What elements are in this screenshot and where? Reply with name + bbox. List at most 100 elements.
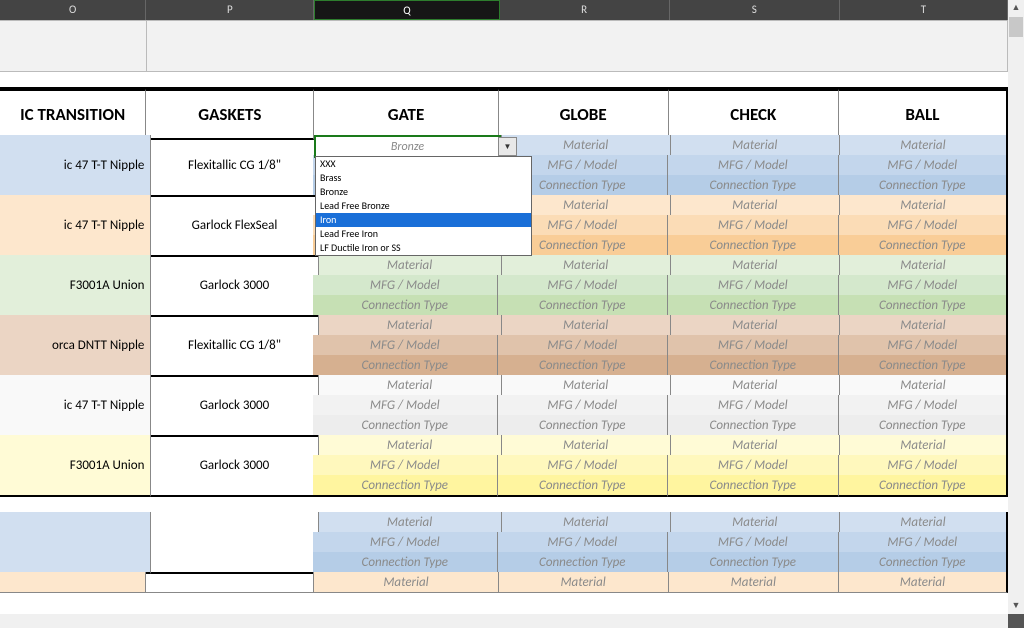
cell[interactable]: Material (319, 435, 502, 456)
col-header-S[interactable]: S (670, 0, 840, 20)
cell[interactable]: Connection Type (498, 552, 669, 574)
cell[interactable]: Material (840, 315, 1008, 336)
cell[interactable]: Material (671, 512, 840, 533)
cell[interactable]: Connection Type (313, 475, 497, 497)
cell[interactable]: Connection Type (668, 355, 839, 377)
cell[interactable]: Connection Type (839, 355, 1009, 377)
cell[interactable]: Connection Type (498, 415, 669, 437)
cell[interactable]: MFG / Model (498, 395, 669, 416)
transition-cell[interactable] (0, 572, 146, 593)
cell[interactable]: MFG / Model (839, 155, 1009, 176)
cell[interactable]: MFG / Model (498, 275, 669, 296)
cell[interactable]: Material (502, 512, 671, 533)
cell[interactable]: Material (671, 195, 840, 216)
cell[interactable]: MFG / Model (668, 215, 839, 236)
cell[interactable]: Connection Type (498, 475, 669, 497)
dropdown-option[interactable]: Brass (316, 171, 531, 185)
cell[interactable]: Material (499, 572, 669, 593)
cell[interactable]: MFG / Model (668, 455, 839, 476)
cell[interactable]: MFG / Model (839, 275, 1009, 296)
cell[interactable]: MFG / Model (668, 155, 839, 176)
scroll-up-icon[interactable]: ▲ (1008, 0, 1024, 16)
cell[interactable]: Material (840, 512, 1008, 533)
cell[interactable]: MFG / Model (498, 532, 669, 553)
cell[interactable]: Material (839, 572, 1008, 593)
cell[interactable]: Connection Type (313, 295, 497, 317)
cell[interactable]: Connection Type (498, 355, 669, 377)
cell[interactable]: Connection Type (839, 235, 1009, 257)
vertical-scrollbar[interactable]: ▲ ▼ (1008, 0, 1024, 614)
gaskets-cell[interactable] (146, 572, 314, 593)
dropdown-option[interactable]: XXX (316, 157, 531, 171)
header-transition[interactable]: IC TRANSITION (0, 89, 146, 140)
cell[interactable]: Material (671, 375, 840, 396)
cell[interactable]: Connection Type (839, 475, 1009, 497)
cell[interactable]: Connection Type (668, 175, 839, 197)
cell[interactable]: MFG / Model (668, 335, 839, 356)
col-header-T[interactable]: T (840, 0, 1008, 20)
dropdown-option[interactable]: Lead Free Bronze (316, 199, 531, 213)
cell[interactable]: Connection Type (839, 552, 1009, 574)
cell[interactable]: Material (840, 195, 1008, 216)
cell[interactable]: Material (671, 135, 840, 156)
cell[interactable]: MFG / Model (313, 532, 497, 553)
dropdown-list[interactable]: XXX Brass Bronze Lead Free Bronze Iron L… (315, 156, 532, 256)
cell[interactable]: Connection Type (313, 355, 497, 377)
cell[interactable]: Material (319, 512, 502, 533)
cell[interactable]: Connection Type (668, 552, 839, 574)
cell[interactable]: MFG / Model (498, 455, 669, 476)
dropdown-button[interactable]: ▼ (498, 137, 517, 156)
cell[interactable]: Material (502, 435, 671, 456)
cell[interactable]: Connection Type (839, 175, 1009, 197)
scroll-thumb[interactable] (1009, 17, 1023, 37)
cell[interactable]: Material (669, 572, 839, 593)
cell[interactable]: Material (319, 255, 502, 276)
cell[interactable]: Material (319, 315, 502, 336)
cell[interactable]: MFG / Model (498, 335, 669, 356)
col-header-O[interactable]: O (0, 0, 146, 20)
cell[interactable]: MFG / Model (839, 532, 1009, 553)
cell[interactable]: Material (319, 375, 502, 396)
cell[interactable]: Connection Type (668, 235, 839, 257)
cell[interactable]: Material (671, 255, 840, 276)
cell[interactable]: Material (840, 375, 1008, 396)
header-gaskets[interactable]: GASKETS (146, 89, 314, 140)
cell[interactable] (0, 70, 1006, 87)
cell[interactable]: MFG / Model (313, 335, 497, 356)
col-header-R[interactable]: R (500, 0, 670, 20)
cell[interactable] (0, 20, 147, 72)
material-dropdown[interactable]: Bronze ▼ XXX Brass Bronze Lead Free Bron… (314, 135, 501, 158)
col-header-Q[interactable]: Q (314, 0, 499, 20)
cell[interactable]: MFG / Model (839, 455, 1009, 476)
cell[interactable]: Material (502, 135, 671, 156)
cell[interactable]: Connection Type (668, 475, 839, 497)
cell[interactable]: MFG / Model (313, 455, 497, 476)
header-globe[interactable]: GLOBE (499, 89, 669, 140)
cell[interactable]: Material (314, 572, 498, 593)
header-check[interactable]: CHECK (669, 89, 839, 140)
cell[interactable]: Connection Type (668, 415, 839, 437)
grid[interactable]: IC TRANSITION GASKETS GATE GLOBE CHECK B… (0, 20, 1008, 628)
cell[interactable]: MFG / Model (839, 395, 1009, 416)
cell[interactable]: MFG / Model (313, 275, 497, 296)
header-gate[interactable]: GATE (314, 89, 498, 140)
scroll-down-icon[interactable]: ▼ (1008, 598, 1024, 614)
cell[interactable]: Material (840, 135, 1008, 156)
col-header-P[interactable]: P (146, 0, 314, 20)
cell[interactable]: MFG / Model (839, 335, 1009, 356)
cell[interactable]: Connection Type (313, 415, 497, 437)
cell[interactable]: Material (671, 315, 840, 336)
dropdown-option[interactable]: Lead Free Iron (316, 227, 531, 241)
cell[interactable]: Material (840, 435, 1008, 456)
horizontal-scrollbar[interactable] (0, 614, 1008, 628)
header-ball[interactable]: BALL (839, 89, 1008, 140)
cell[interactable]: MFG / Model (839, 215, 1009, 236)
cell[interactable]: Connection Type (313, 552, 497, 574)
cell[interactable]: Connection Type (498, 295, 669, 317)
cell[interactable]: MFG / Model (668, 395, 839, 416)
cell[interactable]: Material (671, 435, 840, 456)
cell[interactable]: MFG / Model (668, 275, 839, 296)
dropdown-option[interactable]: Bronze (316, 185, 531, 199)
cell[interactable]: MFG / Model (668, 532, 839, 553)
dropdown-option-selected[interactable]: Iron (316, 213, 531, 227)
